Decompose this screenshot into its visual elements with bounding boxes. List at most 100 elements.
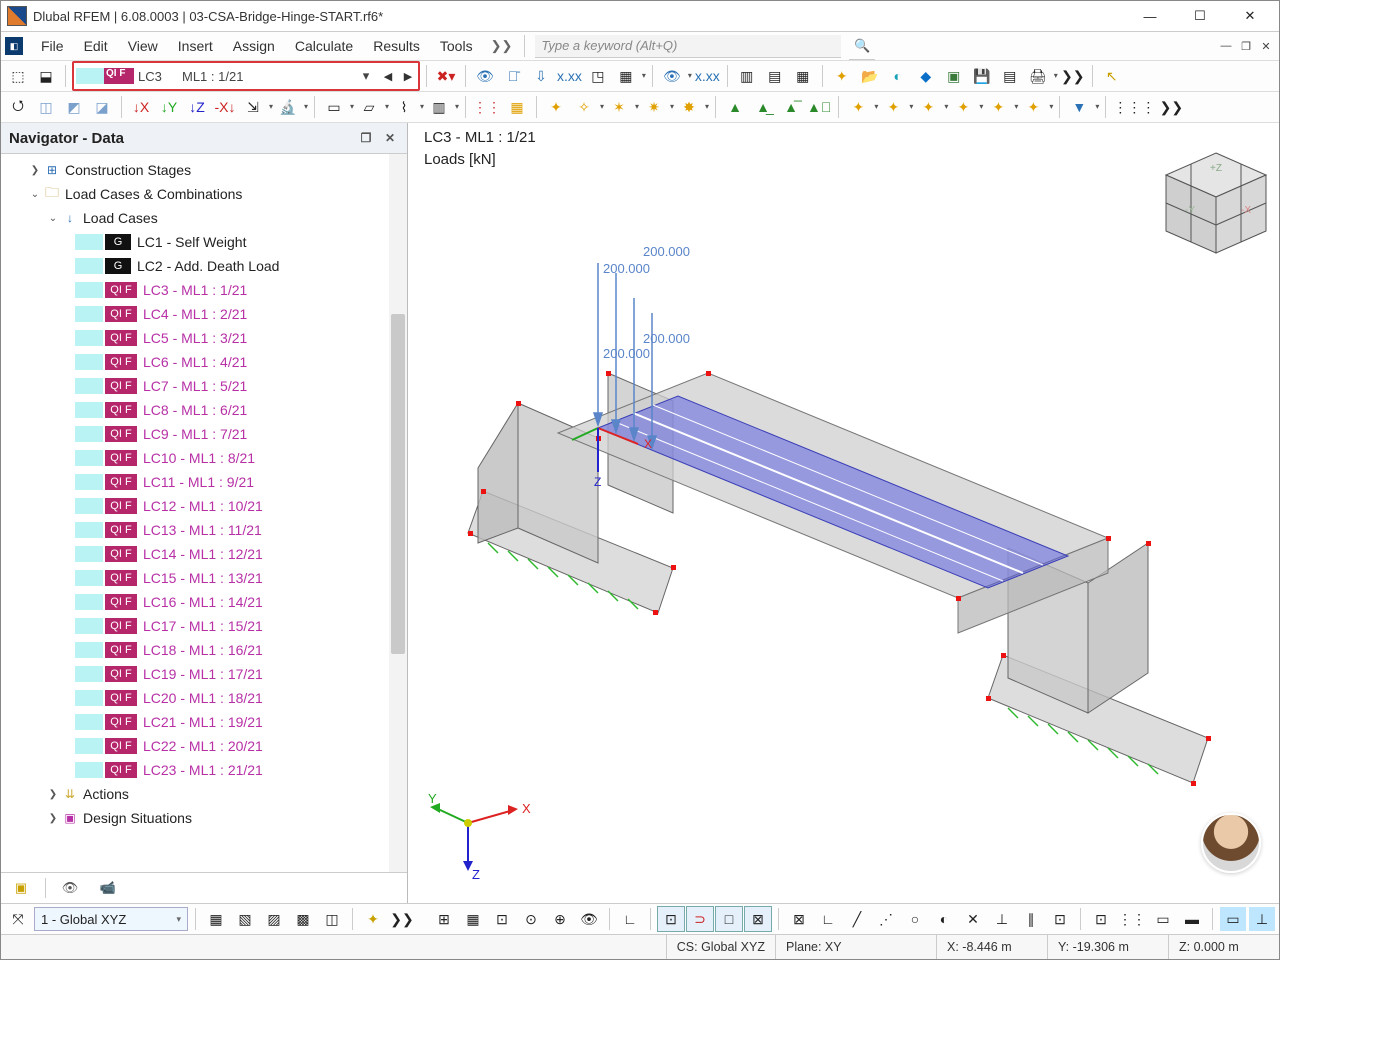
loadcase-row[interactable]: QI FLC12 - ML1 : 10/21 bbox=[1, 494, 389, 518]
load-btn[interactable]: ✶ bbox=[606, 95, 639, 119]
undock-icon[interactable]: ❐ bbox=[357, 131, 375, 145]
misc-btn[interactable]: ✦ bbox=[915, 95, 948, 119]
menu-edit[interactable]: Edit bbox=[74, 35, 118, 57]
tree-node-load-cases[interactable]: ⌄ ↓ Load Cases bbox=[1, 206, 389, 230]
box-btn[interactable]: ◪ bbox=[89, 95, 115, 119]
app-btn[interactable]: ▣ bbox=[941, 64, 967, 88]
close-icon[interactable]: ✕ bbox=[381, 131, 399, 145]
pointer-btn[interactable]: ↖ bbox=[1099, 64, 1125, 88]
loadcase-row[interactable]: QI FLC16 - ML1 : 14/21 bbox=[1, 590, 389, 614]
load-btn[interactable]: ✸ bbox=[676, 95, 709, 119]
snap-btn[interactable]: ⊡ bbox=[1088, 907, 1114, 931]
snap-btn[interactable]: ⊃ bbox=[687, 907, 713, 931]
view-btn[interactable]: ⇩ bbox=[528, 64, 554, 88]
tree-node-design-situations[interactable]: ❯ ▣ Design Situations bbox=[1, 806, 389, 830]
support-btn[interactable]: ▲⃒ bbox=[806, 95, 832, 119]
coord-system-select[interactable]: 1 - Global XYZ bbox=[34, 907, 188, 931]
snap-btn[interactable]: ⊡ bbox=[658, 907, 684, 931]
snap-btn[interactable]: ∥ bbox=[1018, 907, 1044, 931]
view-btn[interactable]: 👁 bbox=[659, 64, 692, 88]
loadcase-row[interactable]: QI FLC18 - ML1 : 16/21 bbox=[1, 638, 389, 662]
ucs-btn[interactable]: ⤧ bbox=[5, 907, 31, 931]
refresh-btn[interactable]: ⭯ bbox=[5, 95, 31, 119]
loadcase-row[interactable]: QI FLC9 - ML1 : 7/21 bbox=[1, 422, 389, 446]
assistant-avatar[interactable] bbox=[1201, 813, 1261, 873]
snap-btn[interactable]: ⊠ bbox=[786, 907, 812, 931]
app-menu-icon[interactable]: ◧ bbox=[5, 37, 23, 55]
loadcase-row[interactable]: QI FLC14 - ML1 : 12/21 bbox=[1, 542, 389, 566]
more-btn[interactable]: ❯❯ bbox=[1158, 95, 1184, 119]
view-btn[interactable]: x.xx bbox=[694, 64, 721, 88]
render-btn[interactable]: ▱ bbox=[356, 95, 389, 119]
axis-y-btn[interactable]: ↓Y bbox=[156, 95, 182, 119]
save-btn[interactable]: 💾 bbox=[969, 64, 995, 88]
axis-x-btn[interactable]: ↓X bbox=[128, 95, 154, 119]
mesh-btn[interactable]: ⋮⋮ bbox=[472, 95, 502, 119]
loadcase-row[interactable]: QI FLC17 - ML1 : 15/21 bbox=[1, 614, 389, 638]
render-btn[interactable]: ⌇ bbox=[391, 95, 424, 119]
render-btn[interactable]: ▥ bbox=[426, 95, 459, 119]
menu-insert[interactable]: Insert bbox=[168, 35, 223, 57]
menu-results[interactable]: Results bbox=[363, 35, 430, 57]
snap-btn[interactable]: ⊥ bbox=[989, 907, 1015, 931]
snap-btn[interactable]: □ bbox=[716, 907, 742, 931]
snap-btn[interactable]: ⊙ bbox=[518, 907, 544, 931]
view-cube[interactable]: +Z -Y -X bbox=[1166, 153, 1266, 253]
bb-btn[interactable]: ▧ bbox=[232, 907, 258, 931]
axis--btn[interactable]: ⇲ bbox=[240, 95, 273, 119]
menu-view[interactable]: View bbox=[118, 35, 168, 57]
load-btn[interactable]: ✦ bbox=[543, 95, 569, 119]
snap-btn[interactable]: ⊡ bbox=[1047, 907, 1073, 931]
view-btn[interactable]: ▦ bbox=[613, 64, 646, 88]
tool-btn[interactable]: ⬚ bbox=[5, 64, 31, 88]
search-icon[interactable]: 🔍 bbox=[849, 33, 875, 60]
loadcase-row[interactable]: QI FLC4 - ML1 : 2/21 bbox=[1, 302, 389, 326]
next-loadcase-button[interactable]: ▶ bbox=[400, 70, 416, 83]
grid-btn[interactable]: ⋮⋮⋮ bbox=[1112, 95, 1156, 119]
prev-loadcase-button[interactable]: ◀ bbox=[380, 70, 396, 83]
view-btn[interactable]: ◳ bbox=[585, 64, 611, 88]
tool-btn[interactable]: ▦ bbox=[790, 64, 816, 88]
bb-btn[interactable]: ▩ bbox=[290, 907, 316, 931]
render-btn[interactable]: ▭ bbox=[321, 95, 354, 119]
misc-btn[interactable]: ✦ bbox=[1020, 95, 1053, 119]
new-btn[interactable]: ✦ bbox=[829, 64, 855, 88]
snap-btn[interactable]: ∟ bbox=[815, 907, 841, 931]
axis-z-btn[interactable]: ↓Z bbox=[184, 95, 210, 119]
tool-btn[interactable]: ▥ bbox=[734, 64, 760, 88]
loadcase-row[interactable]: QI FLC8 - ML1 : 6/21 bbox=[1, 398, 389, 422]
snap-btn[interactable]: ▭ bbox=[1220, 907, 1246, 931]
maximize-button[interactable]: ☐ bbox=[1177, 1, 1223, 31]
open-btn[interactable]: 📂 bbox=[857, 64, 883, 88]
loadcase-row[interactable]: GLC2 - Add. Death Load bbox=[1, 254, 389, 278]
support-btn[interactable]: ▲̲ bbox=[750, 95, 776, 119]
loadcase-row[interactable]: QI FLC22 - ML1 : 20/21 bbox=[1, 734, 389, 758]
snap-btn[interactable]: ⊡ bbox=[489, 907, 515, 931]
tool-btn[interactable]: ⬓ bbox=[33, 64, 59, 88]
loadcase-row[interactable]: QI FLC13 - ML1 : 11/21 bbox=[1, 518, 389, 542]
menubar-more[interactable]: ❯❯ bbox=[483, 38, 521, 54]
loadcase-row[interactable]: QI FLC20 - ML1 : 18/21 bbox=[1, 686, 389, 710]
mdi-restore-icon[interactable]: ❐ bbox=[1237, 37, 1255, 55]
snap-btn[interactable]: ∟ bbox=[617, 907, 643, 931]
view-btn[interactable]: 👁 bbox=[472, 64, 498, 88]
misc-btn[interactable]: ✦ bbox=[845, 95, 878, 119]
tool-btn[interactable]: ▤ bbox=[762, 64, 788, 88]
loadcase-row[interactable]: QI FLC3 - ML1 : 1/21 bbox=[1, 278, 389, 302]
menu-tools[interactable]: Tools bbox=[430, 35, 483, 57]
navigator-tree[interactable]: ❯ ⊞ Construction Stages ⌄ 🗀 Load Cases &… bbox=[1, 154, 389, 872]
snap-btn[interactable]: 👁 bbox=[576, 907, 602, 931]
load-btn[interactable]: ✧ bbox=[571, 95, 604, 119]
snap-btn[interactable]: ⊠ bbox=[745, 907, 771, 931]
loadcase-row[interactable]: QI FLC23 - ML1 : 21/21 bbox=[1, 758, 389, 782]
nav-tab-data[interactable]: ▣ bbox=[7, 877, 35, 899]
loadcase-row[interactable]: QI FLC19 - ML1 : 17/21 bbox=[1, 662, 389, 686]
zoom-btn[interactable]: 🔬 bbox=[275, 95, 308, 119]
loadcase-row[interactable]: QI FLC10 - ML1 : 8/21 bbox=[1, 446, 389, 470]
view-btn[interactable]: 👁̄ bbox=[500, 64, 526, 88]
snap-btn[interactable]: ○ bbox=[902, 907, 928, 931]
snap-btn[interactable]: ✕ bbox=[960, 907, 986, 931]
navigator-scrollbar[interactable] bbox=[389, 154, 407, 872]
loadcase-row[interactable]: QI FLC15 - ML1 : 13/21 bbox=[1, 566, 389, 590]
loadcase-row[interactable]: QI FLC21 - ML1 : 19/21 bbox=[1, 710, 389, 734]
